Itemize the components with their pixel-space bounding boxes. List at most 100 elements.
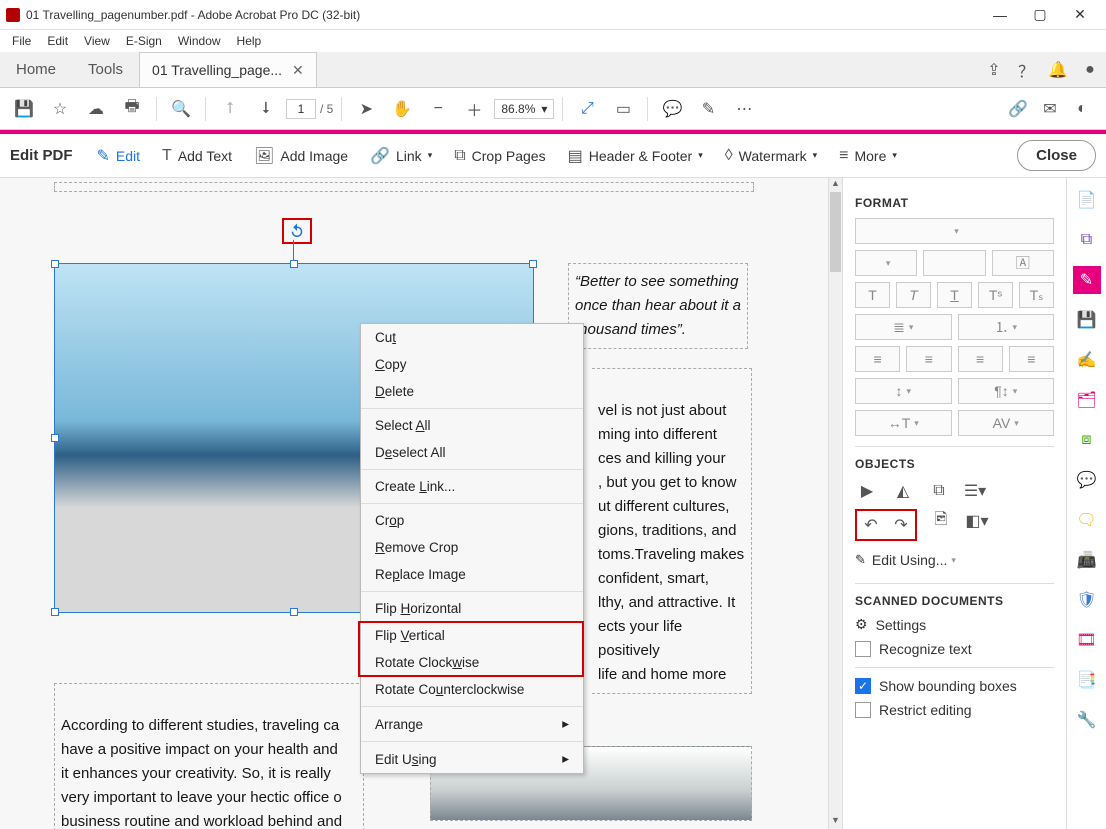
help-icon[interactable]: ？	[1010, 52, 1042, 87]
link-tool-icon[interactable]: 🔗	[1002, 93, 1034, 125]
create-pdf-icon[interactable]: 📄	[1073, 186, 1101, 214]
doc-scrollbar[interactable]: ▲ ▼	[828, 178, 842, 829]
comment-icon[interactable]: 💬	[656, 93, 688, 125]
edit-button[interactable]: ✎Edit	[91, 142, 147, 170]
send-comments-icon[interactable]: 💬	[1073, 466, 1101, 494]
maximize-button[interactable]: ▢	[1020, 6, 1060, 23]
edit-pdf-sidetool[interactable]: ✎	[1073, 266, 1101, 294]
show-bb-row[interactable]: ✓Show bounding boxes	[855, 678, 1054, 694]
hscale-dropdown[interactable]: ↔T	[855, 410, 952, 436]
organize-icon[interactable]: 🗂	[1073, 386, 1101, 414]
read-mode-icon[interactable]: ▭	[607, 93, 639, 125]
rotate-ccw-icon[interactable]: ↶	[859, 513, 883, 537]
combine-icon[interactable]: ⧉	[1073, 226, 1101, 254]
restrict-row[interactable]: Restrict editing	[855, 702, 1054, 718]
page-down-icon[interactable]: ⭣	[250, 93, 282, 125]
tracking-dropdown[interactable]: AV	[958, 410, 1055, 436]
more-side-icon[interactable]: 📑	[1073, 666, 1101, 694]
add-image-button[interactable]: 🖼Add Image	[248, 142, 354, 170]
ctx-flip-horizontal[interactable]: Flip Horizontal	[361, 595, 583, 622]
quote-text-frame[interactable]: “Better to see something once than hear …	[568, 263, 748, 349]
menu-file[interactable]: File	[4, 32, 39, 50]
close-tab-icon[interactable]: ✕	[292, 62, 304, 79]
underline-button[interactable]: T	[937, 282, 972, 308]
find-icon[interactable]: 🔍	[165, 93, 197, 125]
bullets-dropdown[interactable]: ≣	[855, 314, 952, 340]
home-tab[interactable]: Home	[0, 52, 72, 87]
save-icon[interactable]: 💾	[8, 93, 40, 125]
edit-using-dropdown[interactable]: Edit Using...	[872, 547, 1054, 573]
crop-pages-button[interactable]: ⧉Crop Pages	[448, 143, 551, 169]
empty-text-frame[interactable]	[54, 182, 754, 192]
ctx-edit-using[interactable]: Edit Using▸	[361, 745, 583, 773]
fit-width-icon[interactable]: ⤢	[571, 93, 603, 125]
flip-h-icon[interactable]: ▶	[855, 479, 879, 503]
menu-view[interactable]: View	[76, 32, 118, 50]
zoom-level[interactable]: 86.8%▾	[494, 99, 554, 119]
minimize-button[interactable]: —	[980, 7, 1020, 23]
rotate-icon[interactable]	[288, 222, 306, 240]
share-icon[interactable]: ⇪	[978, 52, 1010, 87]
scroll-thumb[interactable]	[830, 192, 841, 272]
more-tools-icon[interactable]: ⋯	[728, 93, 760, 125]
scroll-up-icon[interactable]: ▲	[829, 178, 842, 192]
protect-icon[interactable]: 🛡	[1073, 586, 1101, 614]
ctx-copy[interactable]: Copy	[361, 351, 583, 378]
flip-v-icon[interactable]: ◭	[891, 479, 915, 503]
crop-icon[interactable]: ⧉	[927, 479, 951, 503]
page-number-input[interactable]: 1	[286, 99, 316, 119]
recognize-checkbox[interactable]	[855, 641, 871, 657]
account-icon[interactable]: ●	[1074, 52, 1106, 87]
zoom-in-icon[interactable]: ＋	[458, 93, 490, 125]
ctx-remove-crop[interactable]: Remove Crop	[361, 534, 583, 561]
ctx-replace-image[interactable]: Replace Image	[361, 561, 583, 588]
recognize-row[interactable]: Recognize text	[855, 641, 1054, 657]
ctx-select-all[interactable]: Select All	[361, 412, 583, 439]
highlight-icon[interactable]: ✎	[692, 93, 724, 125]
mail-icon[interactable]: ✉	[1034, 93, 1066, 125]
header-footer-button[interactable]: ▤Header & Footer▾	[562, 142, 709, 170]
align-objects-icon[interactable]: ◧▾	[965, 509, 989, 533]
hand-icon[interactable]: ✋	[386, 93, 418, 125]
bold-button[interactable]: T	[855, 282, 890, 308]
ctx-cut[interactable]: Cut	[361, 324, 583, 351]
ctx-create-link[interactable]: Create Link...	[361, 473, 583, 500]
profile-share-icon[interactable]: ◐	[1066, 93, 1098, 125]
justify-button[interactable]: ≡	[1009, 346, 1054, 372]
line-spacing-dropdown[interactable]: ↕	[855, 378, 952, 404]
body-text-frame[interactable]: vel is not just about ming into differen…	[592, 368, 752, 694]
ctx-rotate-ccw[interactable]: Rotate Counterclockwise	[361, 676, 583, 703]
link-button[interactable]: 🔗Link▾	[364, 142, 438, 170]
menu-edit[interactable]: Edit	[39, 32, 76, 50]
page-up-icon[interactable]: ⭡	[214, 93, 246, 125]
font-size-dropdown[interactable]	[855, 250, 917, 276]
menu-help[interactable]: Help	[229, 32, 270, 50]
print-icon[interactable]: 🖶	[116, 93, 148, 125]
settings-row[interactable]: ⚙Settings	[855, 616, 1054, 633]
superscript-button[interactable]: Tˢ	[978, 282, 1013, 308]
ctx-deselect-all[interactable]: Deselect All	[361, 439, 583, 466]
pointer-icon[interactable]: ➤	[350, 93, 382, 125]
notifications-icon[interactable]: 🔔	[1042, 52, 1074, 87]
color-picker[interactable]	[923, 250, 985, 276]
rotate-cw-icon[interactable]: ↷	[889, 513, 913, 537]
ctx-delete[interactable]: Delete	[361, 378, 583, 405]
char-picker[interactable]: 🄰	[992, 250, 1054, 276]
sign-icon[interactable]: ✍	[1073, 346, 1101, 374]
replace-image-icon[interactable]: 🖻	[929, 509, 953, 533]
cloud-upload-icon[interactable]: ☁	[80, 93, 112, 125]
subscript-button[interactable]: Tₛ	[1019, 282, 1054, 308]
document-viewport[interactable]: “Better to see something once than hear …	[0, 178, 828, 829]
ctx-arrange[interactable]: Arrange▸	[361, 710, 583, 738]
add-text-button[interactable]: TAdd Text	[156, 143, 238, 169]
align-center-button[interactable]: ≡	[906, 346, 951, 372]
comment-tool-icon[interactable]: 🗨	[1073, 506, 1101, 534]
tools-tab[interactable]: Tools	[72, 52, 139, 87]
font-family-dropdown[interactable]	[855, 218, 1054, 244]
more-button[interactable]: ≡More▾	[833, 143, 903, 169]
menu-window[interactable]: Window	[170, 32, 229, 50]
restrict-checkbox[interactable]	[855, 702, 871, 718]
show-bb-checkbox[interactable]: ✓	[855, 678, 871, 694]
italic-button[interactable]: T	[896, 282, 931, 308]
watermark-button[interactable]: ◊Watermark▾	[719, 143, 823, 169]
